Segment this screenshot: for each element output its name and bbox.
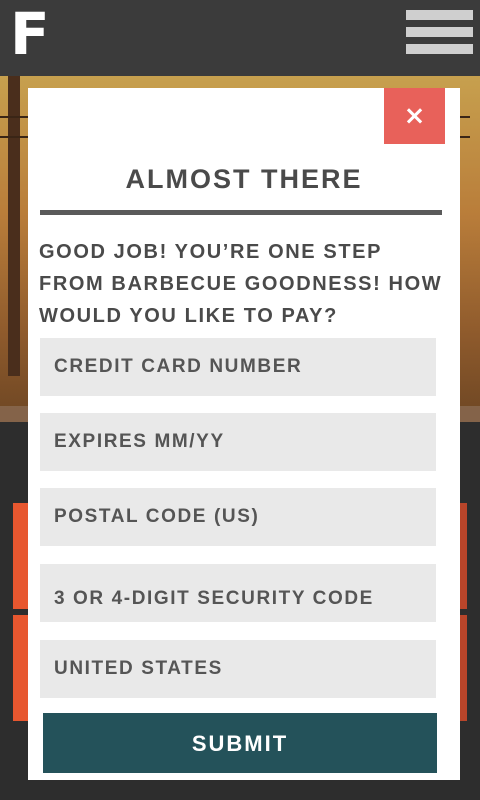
payment-modal: × ALMOST THERE GOOD JOB! YOU’RE ONE STEP… bbox=[28, 88, 460, 780]
close-icon: × bbox=[403, 101, 426, 131]
menu-icon[interactable] bbox=[406, 10, 473, 62]
postal-code-input[interactable]: POSTAL CODE (US) bbox=[40, 488, 436, 546]
credit-card-number-input[interactable]: CREDIT CARD NUMBER bbox=[40, 338, 436, 396]
expiry-date-input[interactable]: EXPIRES MM/YY bbox=[40, 413, 436, 471]
country-select[interactable]: UNITED STATES bbox=[40, 640, 436, 698]
title-divider bbox=[40, 210, 442, 215]
security-code-input[interactable]: 3 OR 4-DIGIT SECURITY CODE bbox=[40, 564, 436, 622]
top-app-bar: F bbox=[0, 0, 480, 76]
close-button[interactable]: × bbox=[384, 88, 445, 144]
app-logo[interactable]: F bbox=[10, 4, 50, 64]
submit-button[interactable]: SUBMIT bbox=[43, 713, 437, 773]
modal-title: ALMOST THERE bbox=[125, 164, 363, 194]
payment-message: GOOD JOB! YOU’RE ONE STEP FROM BARBECUE … bbox=[39, 241, 443, 327]
